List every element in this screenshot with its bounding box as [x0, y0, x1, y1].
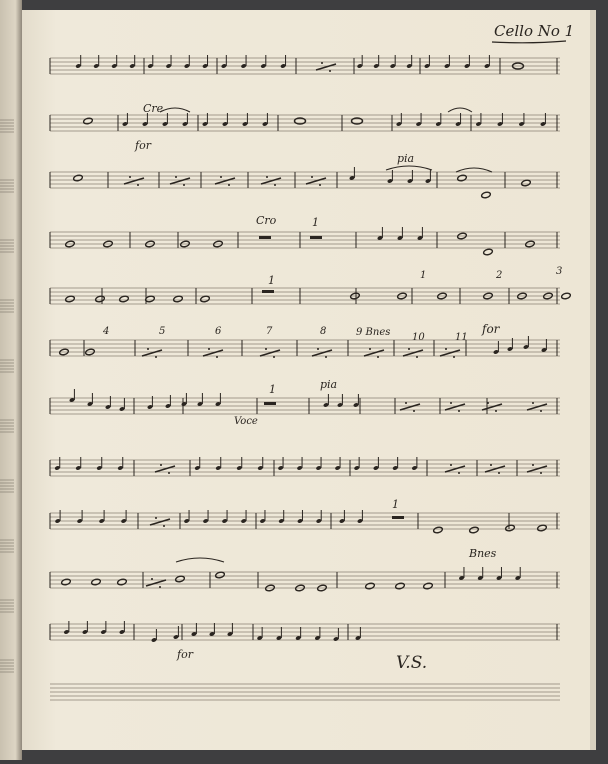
bar-number: 5 [159, 326, 166, 337]
repeat-dot [321, 62, 323, 64]
score-page: Cello No 1 V.S. [0, 0, 596, 760]
volti-subito-mark: V.S. [396, 653, 427, 673]
forte-mark: for [482, 322, 500, 336]
repeat-dot [228, 184, 230, 186]
bar-number: 6 [215, 326, 222, 337]
repeat-dot [450, 402, 452, 404]
repeat-dot [151, 578, 153, 580]
repeat-dot [317, 348, 319, 350]
multibar-rest [310, 236, 322, 239]
part-title: Cello No 1 [494, 22, 574, 40]
repeat-dot [377, 356, 379, 358]
repeat-dot [155, 356, 157, 358]
multibar-rest [259, 236, 271, 239]
cue-label: 9 Bnes [356, 327, 391, 338]
repeat-dot [183, 184, 185, 186]
repeat-dot [168, 472, 170, 474]
rest-count: 1 [312, 216, 319, 229]
repeat-dot [325, 356, 327, 358]
repeat-dot [159, 586, 161, 588]
repeat-dot [137, 184, 139, 186]
repeat-dot [273, 356, 275, 358]
repeat-dot [532, 402, 534, 404]
repeat-dot [413, 410, 415, 412]
multibar-rest [264, 402, 276, 405]
rest-count: 1 [268, 274, 275, 287]
repeat-dot [319, 184, 321, 186]
repeat-dot [369, 348, 371, 350]
cue-label: Voce [234, 416, 258, 427]
piano-mark: pia [397, 152, 415, 165]
repeat-dot [266, 176, 268, 178]
bar-number: 7 [266, 326, 273, 337]
forte-mark: for [135, 139, 151, 152]
repeat-dot [495, 410, 497, 412]
repeat-dot [487, 402, 489, 404]
bar-number: 2 [496, 270, 503, 281]
repeat-dot [163, 525, 165, 527]
left-page-edge [0, 0, 22, 760]
repeat-dot [160, 464, 162, 466]
bar-number: 4 [103, 326, 110, 337]
repeat-dot [311, 176, 313, 178]
repeat-dot [532, 464, 534, 466]
repeat-dot [329, 70, 331, 72]
manuscript-viewer: Cello No 1 V.S. Cre for pia Cro 1 1 9 Bn… [0, 0, 608, 760]
repeat-dot [458, 472, 460, 474]
repeat-dot [175, 176, 177, 178]
repeat-dot [220, 176, 222, 178]
rest-count: 1 [392, 498, 399, 511]
multibar-rest [392, 516, 404, 519]
repeat-dot [540, 472, 542, 474]
repeat-dot [445, 348, 447, 350]
bar-number: 10 [412, 332, 425, 343]
repeat-dot [129, 176, 131, 178]
cue-label: Bnes [469, 547, 497, 560]
repeat-dot [274, 184, 276, 186]
repeat-dot [208, 348, 210, 350]
repeat-dot [416, 356, 418, 358]
repeat-dot [265, 348, 267, 350]
repeat-dot [450, 464, 452, 466]
forte-mark: for [177, 648, 193, 661]
bar-number: 8 [320, 326, 327, 337]
bar-number: 1 [420, 270, 427, 281]
repeat-dot [498, 472, 500, 474]
repeat-dot [453, 356, 455, 358]
crescendo-mark: Cro [256, 214, 277, 227]
repeat-dot [147, 348, 149, 350]
page-right-edge [590, 10, 596, 750]
manuscript-page [22, 10, 594, 750]
repeat-dot [540, 410, 542, 412]
multibar-rest [262, 290, 274, 293]
crescendo-mark: Cre [143, 102, 164, 115]
repeat-dot [490, 464, 492, 466]
repeat-dot [216, 356, 218, 358]
rest-count: 1 [269, 383, 276, 396]
repeat-dot [155, 517, 157, 519]
piano-mark: pia [320, 378, 338, 391]
bar-number: 3 [556, 266, 563, 277]
repeat-dot [408, 348, 410, 350]
repeat-dot [458, 410, 460, 412]
bar-number: 11 [455, 332, 468, 343]
repeat-dot [405, 402, 407, 404]
